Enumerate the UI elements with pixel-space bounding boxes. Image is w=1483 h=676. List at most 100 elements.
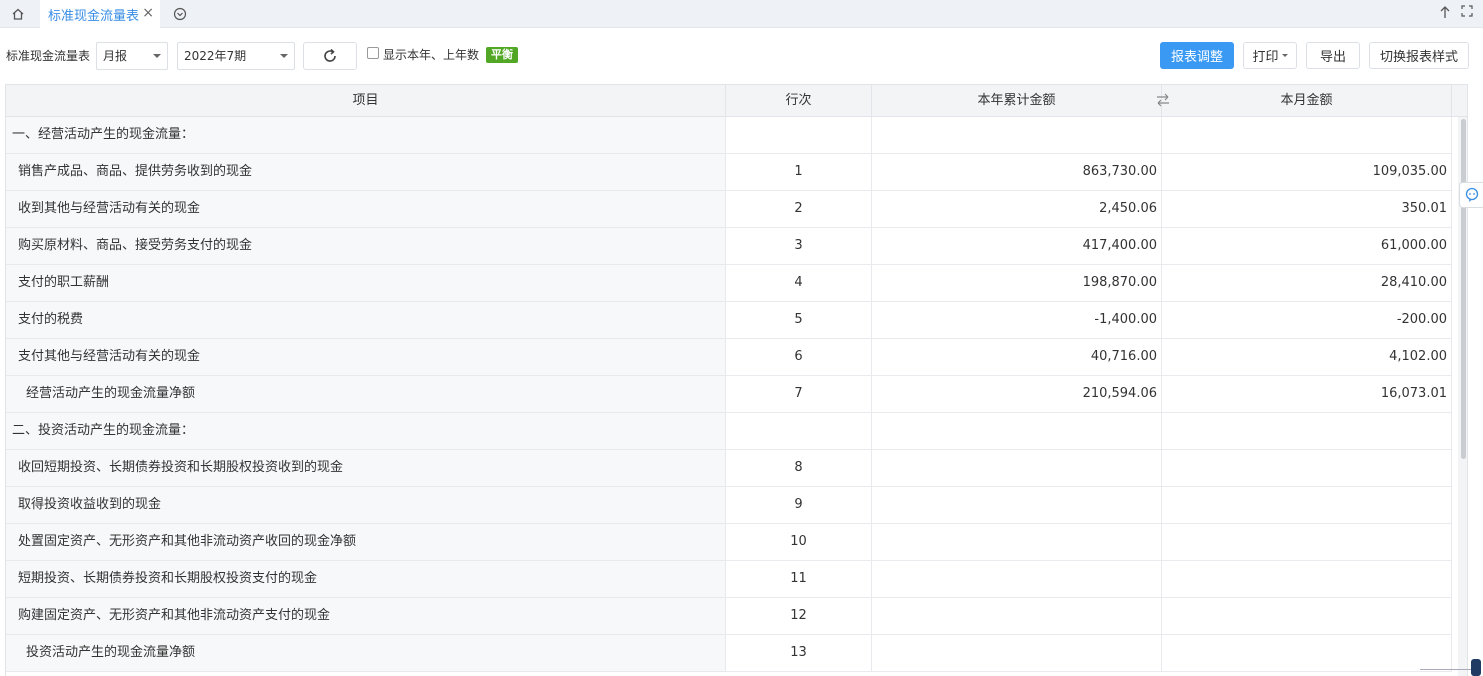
cell-item: 销售产成品、商品、提供劳务收到的现金 [6, 154, 726, 190]
cell-month-amount[interactable] [1162, 598, 1452, 634]
cell-month-amount[interactable] [1162, 487, 1452, 523]
table-row: 经营活动产生的现金流量净额 7 210,594.06 16,073.01 [6, 376, 1452, 413]
cell-month-amount[interactable] [1162, 524, 1452, 560]
table-row: 支付的职工薪酬 4 198,870.00 28,410.00 [6, 265, 1452, 302]
cell-month-amount[interactable]: 61,000.00 [1162, 228, 1452, 264]
cell-month-amount[interactable]: 109,035.00 [1162, 154, 1452, 190]
arrow-up-icon[interactable] [1439, 5, 1455, 23]
cell-month-amount[interactable] [1162, 413, 1452, 449]
cell-item: 短期投资、长期债券投资和长期股权投资支付的现金 [6, 561, 726, 597]
table-row: 处置固定资产、无形资产和其他非流动资产收回的现金净额 10 [6, 524, 1452, 561]
cell-line-number: 1 [726, 154, 872, 190]
cell-line-number: 2 [726, 191, 872, 227]
show-year-label[interactable]: 显示本年、上年数 [383, 46, 479, 63]
refresh-icon [324, 48, 336, 62]
resize-handle[interactable] [1420, 669, 1478, 676]
cell-item: 收到其他与经营活动有关的现金 [6, 191, 726, 227]
table-row: 投资活动产生的现金流量净额 13 [6, 635, 1452, 672]
cell-month-amount[interactable] [1162, 635, 1452, 671]
cell-month-amount[interactable]: 4,102.00 [1162, 339, 1452, 375]
table-row: 支付的税费 5 -1,400.00 -200.00 [6, 302, 1452, 339]
cell-item: 处置固定资产、无形资产和其他非流动资产收回的现金净额 [6, 524, 726, 560]
scrollbar-thumb[interactable] [1461, 119, 1466, 459]
section-row: 一、经营活动产生的现金流量： [6, 117, 1452, 154]
cell-item: 收回短期投资、长期债券投资和长期股权投资收到的现金 [6, 450, 726, 486]
tab-bar: 标准现金流量表 × [0, 0, 1483, 28]
cell-ytd-amount[interactable] [872, 450, 1162, 486]
print-button[interactable]: 打印 [1243, 42, 1297, 69]
cell-ytd-amount[interactable]: 863,730.00 [872, 154, 1162, 190]
report-adjust-button[interactable]: 报表调整 [1160, 42, 1234, 69]
section-row: 二、投资活动产生的现金流量： [6, 413, 1452, 450]
assistant-icon[interactable] [1459, 182, 1483, 208]
cell-line-number: 4 [726, 265, 872, 301]
cell-month-amount[interactable] [1162, 450, 1452, 486]
show-year-checkbox[interactable] [367, 47, 379, 59]
toolbar: 标准现金流量表 月报 2022年7期 显示本年、上年数 平衡 报表调整 打印 导… [0, 28, 1483, 84]
cell-line-number: 6 [726, 339, 872, 375]
cell-line-number [726, 117, 872, 153]
cell-month-amount[interactable]: -200.00 [1162, 302, 1452, 338]
print-button-label: 打印 [1252, 50, 1279, 65]
cell-ytd-amount[interactable] [872, 117, 1162, 153]
cell-item: 支付其他与经营活动有关的现金 [6, 339, 726, 375]
table-body: 一、经营活动产生的现金流量： 销售产成品、商品、提供劳务收到的现金 1 863,730… [6, 117, 1452, 672]
fullscreen-icon[interactable] [1461, 5, 1477, 23]
cell-item: 购建固定资产、无形资产和其他非流动资产支付的现金 [6, 598, 726, 634]
table-row: 取得投资收益收到的现金 9 [6, 487, 1452, 524]
table-row: 收到其他与经营活动有关的现金 2 2,450.06 350.01 [6, 191, 1452, 228]
column-header-item: 项目 [6, 85, 726, 117]
chevron-down-circle-icon[interactable] [170, 4, 190, 24]
refresh-button[interactable] [303, 42, 357, 70]
cell-month-amount[interactable] [1162, 561, 1452, 597]
cell-item: 取得投资收益收到的现金 [6, 487, 726, 523]
table-row: 购建固定资产、无形资产和其他非流动资产支付的现金 12 [6, 598, 1452, 635]
table-row: 收回短期投资、长期债券投资和长期股权投资收到的现金 8 [6, 450, 1452, 487]
chevron-down-icon [280, 54, 288, 58]
cell-ytd-amount[interactable]: 40,716.00 [872, 339, 1162, 375]
cell-item: 购买原材料、商品、接受劳务支付的现金 [6, 228, 726, 264]
cell-month-amount[interactable] [1162, 117, 1452, 153]
cell-item: 投资活动产生的现金流量净额 [6, 635, 726, 671]
cell-ytd-amount[interactable]: 2,450.06 [872, 191, 1162, 227]
report-name-label: 标准现金流量表 [6, 49, 91, 63]
period-type-select[interactable]: 月报 [96, 42, 168, 70]
cell-ytd-amount[interactable]: 417,400.00 [872, 228, 1162, 264]
cell-line-number: 12 [726, 598, 872, 634]
cell-line-number [726, 413, 872, 449]
cell-ytd-amount[interactable] [872, 487, 1162, 523]
switch-style-button[interactable]: 切换报表样式 [1369, 42, 1469, 69]
cell-item: 支付的税费 [6, 302, 726, 338]
cell-ytd-amount[interactable] [872, 524, 1162, 560]
column-header-month: 本月金额 [1162, 85, 1452, 117]
cell-ytd-amount[interactable]: -1,400.00 [872, 302, 1162, 338]
cell-ytd-amount[interactable]: 210,594.06 [872, 376, 1162, 412]
cell-line-number: 10 [726, 524, 872, 560]
cell-ytd-amount[interactable] [872, 561, 1162, 597]
close-icon[interactable]: × [142, 5, 154, 21]
cell-ytd-amount[interactable] [872, 413, 1162, 449]
cell-ytd-amount[interactable] [872, 598, 1162, 634]
column-header-ytd: 本年累计金额 [872, 85, 1162, 117]
cell-month-amount[interactable]: 350.01 [1162, 191, 1452, 227]
cell-item: 支付的职工薪酬 [6, 265, 726, 301]
tab-cash-flow-statement[interactable]: 标准现金流量表 × [40, 0, 160, 28]
cell-month-amount[interactable]: 28,410.00 [1162, 265, 1452, 301]
cell-line-number: 13 [726, 635, 872, 671]
cash-flow-table: 项目 行次 本年累计金额 本月金额 一、经营活动产生的现金流量： 销售产成品、商品… [5, 84, 1468, 676]
home-icon[interactable] [0, 0, 36, 28]
table-row: 销售产成品、商品、提供劳务收到的现金 1 863,730.00 109,035.00 [6, 154, 1452, 191]
chevron-down-icon [153, 54, 161, 58]
period-date-value: 2022年7期 [184, 49, 247, 63]
swap-columns-icon[interactable] [1155, 92, 1171, 108]
column-header-line: 行次 [726, 85, 872, 117]
period-date-select[interactable]: 2022年7期 [177, 42, 295, 70]
cell-ytd-amount[interactable] [872, 635, 1162, 671]
cell-line-number: 11 [726, 561, 872, 597]
export-button[interactable]: 导出 [1306, 42, 1360, 69]
cell-ytd-amount[interactable]: 198,870.00 [872, 265, 1162, 301]
tab-label: 标准现金流量表 [48, 8, 140, 24]
cell-line-number: 7 [726, 376, 872, 412]
floating-widget-knob[interactable] [1471, 659, 1481, 676]
cell-month-amount[interactable]: 16,073.01 [1162, 376, 1452, 412]
